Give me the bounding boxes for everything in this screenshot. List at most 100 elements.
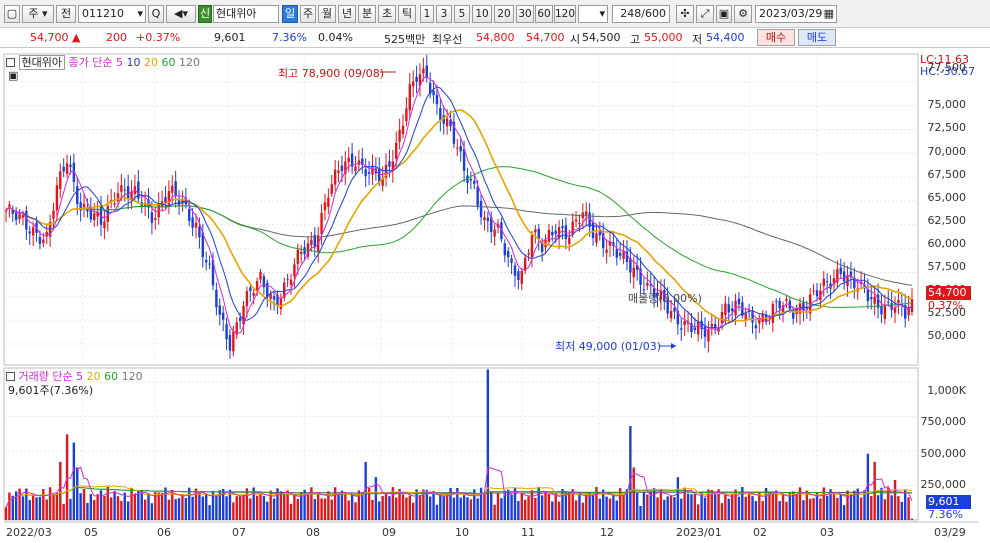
interval-1[interactable]: 1 [420,5,434,23]
candle-body [866,289,870,302]
volume-bar [839,494,842,520]
period-tab-minute[interactable]: 분 [358,5,376,23]
candle-body [520,271,523,284]
volume-bar [245,488,249,520]
chart-canvas[interactable] [0,50,990,543]
volume-bar [527,496,530,520]
candle-body [683,321,686,326]
save-icon[interactable]: ▣ [716,5,732,23]
quote-bar: 54,700 ▲ 200 +0.37% 9,601 7.36% 0.04% 52… [0,28,990,48]
volume-bar [405,497,408,520]
buy-button[interactable]: 매수 [757,29,795,46]
chart-area[interactable]: 현대위아 종가 단순 5 10 20 60 120 ▣ LC:11.63 HC:… [0,50,990,543]
candle-body [174,181,177,197]
period-tab-year[interactable]: 년 [338,5,356,23]
price-change: 200 [106,31,127,44]
crosshair-icon[interactable]: ✣ [676,5,694,23]
candle-body [486,217,490,221]
period-tab-tick[interactable]: 틱 [398,5,416,23]
volume-bar [323,498,327,520]
candle-body [574,219,578,222]
candle-body [775,301,778,303]
interval-10[interactable]: 10 [472,5,492,23]
candle-body [347,157,350,163]
volume-bar [425,489,428,520]
candle-body [28,231,31,234]
interval-custom-input[interactable]: ▾ [578,5,608,23]
volume-bar [164,487,167,520]
volume-bar [459,497,462,520]
interval-3[interactable]: 3 [436,5,452,23]
gear-icon[interactable]: ⚙ [734,5,752,23]
volume-bar [21,496,25,520]
legend-ma-60: 60 [161,56,176,69]
volume-bar [137,490,140,520]
volume-bar [462,495,466,520]
search-icon[interactable]: Q [148,5,164,23]
candle-body [615,248,618,258]
stock-name: 현대위아 [213,5,279,23]
volume-bar [659,488,663,520]
candle-body [680,328,683,330]
volume-bar [778,501,781,520]
candle-body [228,335,232,351]
candle-body [802,302,805,311]
volume-bar [354,502,357,520]
candle-body [561,226,564,229]
volume-bar [289,503,293,520]
draw-tool-icon[interactable]: ⤢ [696,5,714,23]
volume-bar [720,503,724,520]
series-button[interactable]: 전 [56,5,76,23]
y-label-72500: 72,500 [927,121,967,134]
candle-body [425,65,428,79]
date-input[interactable]: 2023/03/29 ▦ [755,5,837,23]
sell-button[interactable]: 매도 [798,29,836,46]
period-tab-week[interactable]: 주 [300,5,316,23]
market-select[interactable]: 주 ▾ [22,5,54,23]
period-tab-second[interactable]: 초 [378,5,396,23]
x-label-05: 05 [84,526,98,539]
volume-bar [14,491,18,520]
volume-bar [4,507,8,520]
interval-60[interactable]: 60 [535,5,553,23]
candle-body [669,311,673,319]
candle-body [771,303,775,323]
volume-bar [48,487,52,520]
candle-body [707,330,710,342]
volume-bar [608,498,612,520]
period-tab-day[interactable]: 일 [282,5,298,23]
volume-bar [109,497,113,520]
x-label-06: 06 [157,526,171,539]
volume-bar [435,504,439,520]
x-label-03: 03 [820,526,834,539]
interval-30[interactable]: 30 [516,5,534,23]
ma-120-line [5,205,913,286]
volume-bar [106,486,109,520]
candle-body [405,108,408,122]
x-label-09: 09 [382,526,396,539]
candle-body [422,68,425,74]
window-menu-icon[interactable]: ▢ [4,5,20,23]
volume-bar [639,506,642,520]
volume-bar [809,498,812,520]
stock-code-input[interactable]: 011210 ▾ [78,5,146,23]
interval-120[interactable]: 120 [554,5,576,23]
candle-body [106,205,109,223]
volume-bar [669,496,673,520]
volume-bar [59,461,62,520]
volume-bar [411,502,415,520]
volume-bar [713,494,717,520]
candle-body [59,171,62,189]
volume-bar [140,490,143,520]
speaker-icon[interactable]: ◀▾ [166,5,196,23]
volume-bar [870,495,873,520]
period-tab-month[interactable]: 월 [318,5,336,23]
candle-body [293,264,296,277]
legend-ma-10: 10 [126,56,141,69]
volume-bar [568,491,571,520]
interval-20[interactable]: 20 [494,5,514,23]
candle-body [439,107,442,120]
volume-bar [31,495,35,520]
interval-5[interactable]: 5 [454,5,470,23]
volume-bar [479,487,483,520]
